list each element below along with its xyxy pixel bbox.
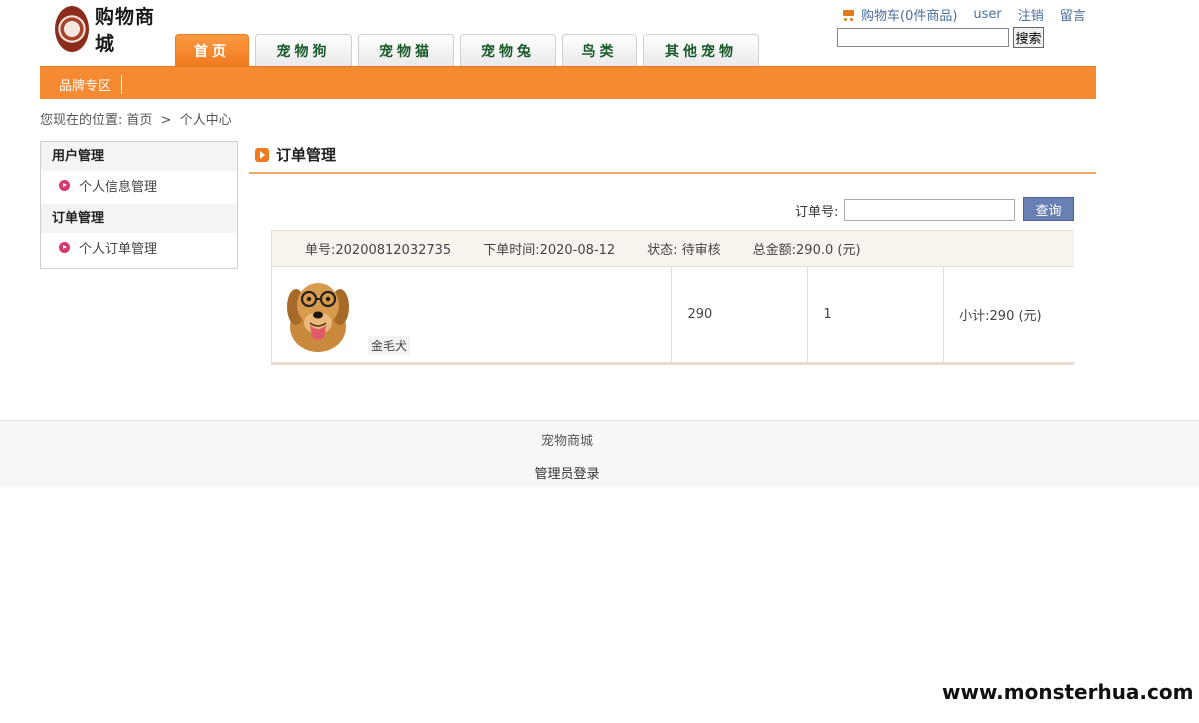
sidebar-item-my-orders[interactable]: 个人订单管理 bbox=[41, 233, 237, 266]
sidebar-section-user-management: 用户管理 bbox=[41, 142, 237, 171]
logo-text: 购物商城 bbox=[95, 6, 156, 55]
nav-tab-home[interactable]: 首页 bbox=[175, 34, 249, 66]
product-name-link[interactable]: 金毛犬 bbox=[368, 336, 411, 355]
user-link[interactable]: user bbox=[973, 7, 1001, 22]
breadcrumb-home[interactable]: 首页 bbox=[126, 113, 152, 128]
subtotal-cell: 小计:290 (元) bbox=[959, 309, 1042, 324]
watermark: www.monsterhua.com bbox=[942, 680, 1194, 704]
cart-icon[interactable] bbox=[841, 8, 857, 22]
nav-tab-rabbits[interactable]: 宠物兔 bbox=[460, 34, 556, 66]
sidebar: 用户管理 个人信息管理 订单管理 个人订单管理 bbox=[40, 141, 238, 269]
breadcrumb: 您现在的位置: 首页 > 个人中心 bbox=[40, 109, 236, 128]
nav-tab-cats[interactable]: 宠物猫 bbox=[358, 34, 454, 66]
order-status: 状态: 待审核 bbox=[647, 243, 721, 258]
sidebar-item-profile[interactable]: 个人信息管理 bbox=[41, 171, 237, 204]
nav-tab-birds[interactable]: 鸟类 bbox=[562, 34, 637, 66]
brand-bar: 品牌专区 bbox=[40, 66, 1096, 99]
product-cell: 金毛犬 bbox=[272, 267, 673, 362]
arrow-bullet-icon bbox=[59, 180, 70, 191]
site-logo[interactable]: 购物商城 bbox=[55, 3, 170, 55]
page-title-text: 订单管理 bbox=[276, 146, 337, 164]
admin-login-link[interactable]: 管理员登录 bbox=[0, 463, 1134, 482]
site-search-input[interactable] bbox=[837, 28, 1009, 47]
main-nav: 首页 宠物狗 宠物猫 宠物兔 鸟类 其他宠物 bbox=[175, 34, 765, 66]
quantity-cell: 1 bbox=[808, 267, 945, 362]
breadcrumb-separator: > bbox=[160, 113, 172, 128]
breadcrumb-current: 个人中心 bbox=[179, 113, 232, 128]
order-item-row: 金毛犬 290 1 小计:290 (元) bbox=[272, 267, 1074, 364]
page-title: 订单管理 bbox=[249, 141, 1096, 174]
breadcrumb-prefix: 您现在的位置: bbox=[40, 113, 123, 128]
arrow-bullet-icon bbox=[59, 242, 70, 253]
footer: 宠物商城 管理员登录 bbox=[0, 420, 1199, 487]
nav-tab-other-pets[interactable]: 其他宠物 bbox=[643, 34, 759, 66]
nav-tab-dogs[interactable]: 宠物狗 bbox=[255, 34, 352, 66]
golden-retriever-image[interactable] bbox=[286, 275, 350, 352]
message-link[interactable]: 留言 bbox=[1060, 5, 1086, 24]
logo-seal-icon bbox=[55, 6, 89, 52]
price-cell: 290 bbox=[672, 267, 809, 362]
sidebar-item-label: 个人信息管理 bbox=[79, 180, 158, 195]
order-time: 下单时间:2020-08-12 bbox=[483, 243, 616, 258]
order-header-row: 单号:20200812032735 下单时间:2020-08-12 状态: 待审… bbox=[272, 231, 1074, 267]
site-search-button[interactable]: 搜索 bbox=[1013, 27, 1044, 48]
brand-zone-link[interactable]: 品牌专区 bbox=[59, 75, 123, 94]
order-number-input[interactable] bbox=[844, 199, 1016, 221]
order-table: 单号:20200812032735 下单时间:2020-08-12 状态: 待审… bbox=[271, 230, 1074, 365]
order-number: 单号:20200812032735 bbox=[305, 243, 452, 258]
sidebar-section-order-management: 订单管理 bbox=[41, 204, 237, 233]
title-arrow-icon bbox=[255, 147, 269, 162]
footer-site-name: 宠物商城 bbox=[540, 434, 593, 449]
order-search: 订单号: bbox=[795, 199, 1016, 221]
query-button[interactable]: 查询 bbox=[1023, 197, 1074, 221]
order-total: 总金额:290.0 (元) bbox=[752, 243, 861, 258]
sidebar-item-label: 个人订单管理 bbox=[79, 242, 158, 257]
cart-link[interactable]: 购物车(0件商品) bbox=[861, 5, 957, 24]
order-number-label: 订单号: bbox=[795, 204, 839, 220]
top-links: 购物车(0件商品) user 注销 留言 bbox=[841, 5, 1086, 24]
logout-link[interactable]: 注销 bbox=[1018, 5, 1044, 24]
